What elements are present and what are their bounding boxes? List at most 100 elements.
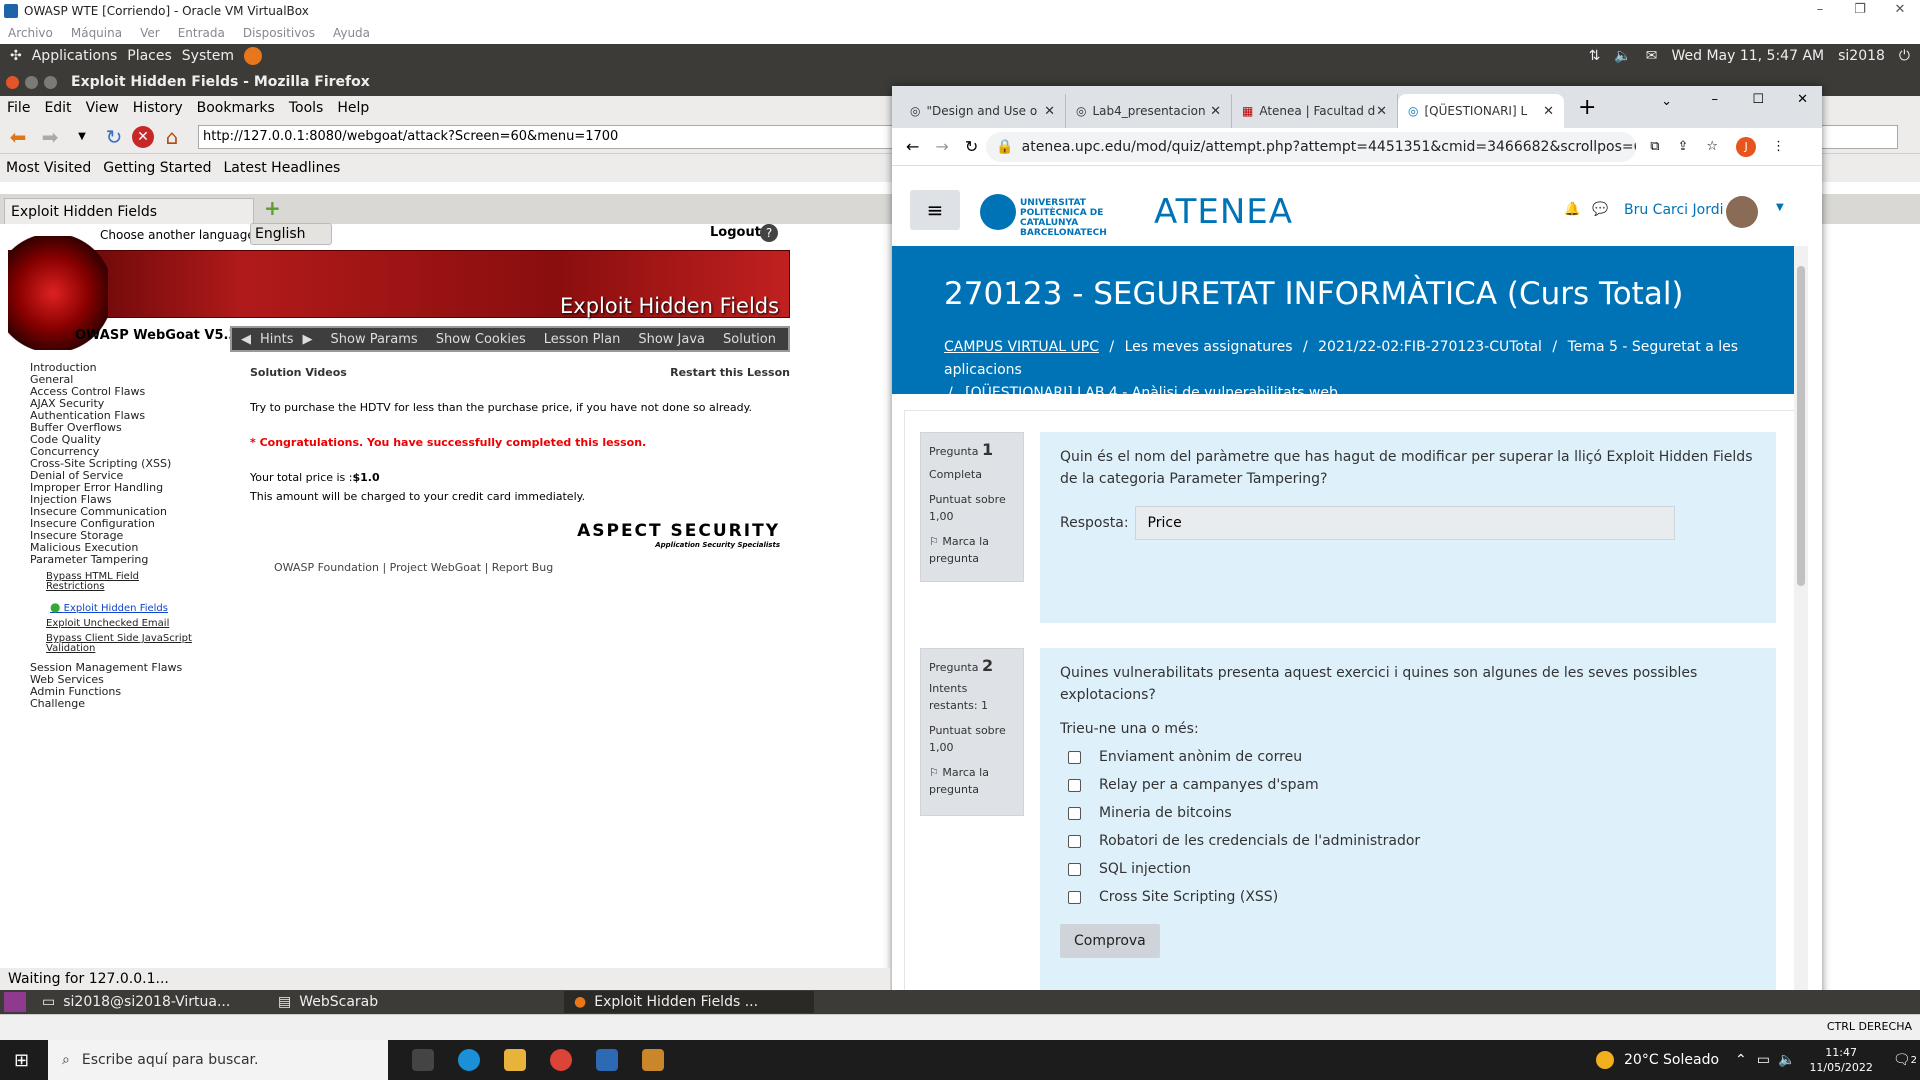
weather-sun-icon[interactable] (1596, 1051, 1614, 1069)
home-icon[interactable]: ⌂ (158, 124, 186, 150)
option-1[interactable]: Enviament anònim de correu (1068, 746, 1756, 768)
checkbox[interactable] (1068, 806, 1081, 820)
ff-menu-bookmarks[interactable]: Bookmarks (197, 100, 275, 116)
vbox-menu-maquina[interactable]: Máquina (71, 26, 122, 40)
ff-tab-exploit-hidden-fields[interactable]: Exploit Hidden Fields (4, 198, 254, 224)
firefox-launcher-icon[interactable] (244, 47, 262, 65)
nav-show-params[interactable]: Show Params (331, 332, 418, 347)
help-icon[interactable]: ? (760, 224, 778, 242)
file-explorer-icon[interactable] (504, 1049, 526, 1071)
history-dropdown-icon[interactable]: ▼ (68, 124, 96, 150)
bookmark-star-icon[interactable]: ☆ (1706, 139, 1718, 154)
power-icon[interactable]: ⏻ (1899, 48, 1910, 64)
check-button[interactable]: Comprova (1060, 924, 1160, 958)
bookmark-most-visited[interactable]: Most Visited (6, 160, 91, 176)
crumb-campus[interactable]: CAMPUS VIRTUAL UPC (944, 339, 1099, 355)
maximize-window-icon[interactable] (44, 75, 57, 89)
atenea-logo[interactable]: ATENEA (1154, 192, 1293, 232)
sidebar-item-parameter-tampering[interactable]: Parameter Tampering (30, 554, 196, 566)
scrollbar-thumb[interactable] (1797, 266, 1805, 586)
windows-start-icon[interactable]: ⊞ (14, 1050, 29, 1071)
tab-close-icon[interactable]: ✕ (1376, 104, 1387, 119)
checkbox[interactable] (1068, 862, 1081, 876)
notifications-bell-icon[interactable]: 🔔 (1564, 202, 1580, 217)
minimize-window-icon[interactable] (25, 75, 38, 89)
answer-input[interactable] (1134, 506, 1675, 540)
tray-chevron-icon[interactable]: ⌃ (1735, 1052, 1747, 1068)
chrome-icon[interactable] (550, 1049, 572, 1071)
crumb-course[interactable]: 2021/22-02:FIB-270123-CUTotal (1318, 339, 1542, 355)
vbox-menu-ayuda[interactable]: Ayuda (333, 26, 370, 40)
mail-icon[interactable]: ✉ (1646, 48, 1658, 64)
volume-icon[interactable]: 🔈 (1614, 48, 1631, 64)
reload-icon[interactable]: ↻ (100, 124, 128, 150)
back-icon[interactable]: ← (906, 137, 919, 156)
app-icon[interactable] (642, 1049, 664, 1071)
question-2-flag[interactable]: ⚐ Marca la pregunta (929, 764, 1015, 798)
maximize-icon[interactable]: ☐ (1752, 92, 1764, 107)
chrome-tab-questionari[interactable]: ◎ [QÜESTIONARI] L ✕ (1398, 94, 1564, 128)
edge-icon[interactable] (458, 1049, 480, 1071)
task-firefox[interactable]: ● Exploit Hidden Fields ... (564, 991, 814, 1013)
omnibox[interactable]: 🔒 atenea.upc.edu/mod/quiz/attempt.php?att… (986, 131, 1637, 162)
chrome-tab-atenea[interactable]: ▦ Atenea | Facultad d ✕ (1232, 94, 1398, 128)
tab-close-icon[interactable]: ✕ (1543, 104, 1554, 119)
user-name[interactable]: Bru Carci Jordi (1624, 202, 1724, 218)
notification-icon[interactable]: 🗨 (1893, 1052, 1911, 1068)
hamburger-icon[interactable]: ≡ (910, 190, 960, 230)
messages-icon[interactable]: 💬 (1592, 202, 1608, 217)
crumb-assignatures[interactable]: Les meves assignatures (1125, 339, 1293, 355)
nav-show-java[interactable]: Show Java (638, 332, 705, 347)
minimize-icon[interactable]: – (1712, 92, 1719, 107)
menu-applications[interactable]: Applications (32, 48, 118, 64)
network-icon[interactable]: ▭ (1757, 1052, 1770, 1068)
forward-icon[interactable]: → (935, 137, 948, 156)
hints-next-icon[interactable]: ▶ (303, 332, 313, 347)
bookmark-latest-headlines[interactable]: Latest Headlines (223, 160, 340, 176)
clock[interactable]: Wed May 11, 5:47 AM (1671, 48, 1824, 64)
share-icon[interactable]: ⇪ (1678, 139, 1689, 154)
translate-icon[interactable]: ⧉ (1650, 139, 1659, 154)
restore-icon[interactable]: ❐ (1840, 0, 1880, 22)
tab-search-icon[interactable]: ⌄ (1661, 94, 1672, 109)
vbox-menu-ver[interactable]: Ver (140, 26, 160, 40)
chrome-tab-design[interactable]: ◎ "Design and Use o ✕ (900, 94, 1066, 128)
gnome-user[interactable]: si2018 (1838, 48, 1885, 64)
checkbox[interactable] (1068, 778, 1081, 792)
hints-prev-icon[interactable]: ◀ (241, 332, 251, 347)
sidebar-item[interactable]: Challenge (30, 698, 196, 710)
sub-bypass-client-js[interactable]: Bypass Client Side JavaScript Validation (46, 634, 196, 654)
menu-places[interactable]: Places (127, 48, 172, 64)
nav-hints[interactable]: Hints (260, 332, 294, 347)
bookmark-getting-started[interactable]: Getting Started (103, 160, 211, 176)
question-1-flag[interactable]: ⚐ Marca la pregunta (929, 533, 1015, 567)
upc-logo-icon[interactable] (980, 194, 1016, 230)
minimize-icon[interactable]: – (1800, 0, 1840, 22)
option-2[interactable]: Relay per a campanyes d'spam (1068, 774, 1756, 796)
option-6[interactable]: Cross Site Scripting (XSS) (1068, 886, 1756, 908)
stop-icon[interactable]: ✕ (132, 125, 154, 148)
back-icon[interactable]: ⬅ (4, 124, 32, 150)
option-4[interactable]: Robatori de les credencials de l'adminis… (1068, 830, 1756, 852)
weather-text[interactable]: 20°C Soleado (1624, 1052, 1719, 1068)
tab-close-icon[interactable]: ✕ (1210, 104, 1221, 119)
crumb-quiz[interactable]: [QÜESTIONARI] LAB 4 - Anàlisi de vulnera… (965, 385, 1338, 401)
volume-icon[interactable]: 🔈 (1778, 1052, 1795, 1068)
clock[interactable]: 11:47 11/05/2022 (1809, 1045, 1872, 1075)
gnome-logo-icon[interactable]: ✣ (10, 48, 22, 64)
close-window-icon[interactable] (6, 75, 19, 89)
option-5[interactable]: SQL injection (1068, 858, 1756, 880)
user-menu-caret-icon[interactable]: ▼ (1776, 202, 1784, 213)
nav-show-cookies[interactable]: Show Cookies (436, 332, 526, 347)
ff-menu-edit[interactable]: Edit (44, 100, 71, 116)
ff-menu-tools[interactable]: Tools (289, 100, 324, 116)
language-select[interactable]: English (250, 223, 332, 245)
vbox-menu-archivo[interactable]: Archivo (8, 26, 53, 40)
checkbox[interactable] (1068, 834, 1081, 848)
forward-icon[interactable]: ➡ (36, 124, 64, 150)
ff-menu-file[interactable]: File (7, 100, 30, 116)
solution-videos-link[interactable]: Solution Videos (250, 366, 347, 379)
nav-lesson-plan[interactable]: Lesson Plan (544, 332, 621, 347)
sub-exploit-hidden-fields[interactable]: ● Exploit Hidden Fields (46, 601, 196, 614)
profile-avatar[interactable]: J (1736, 136, 1757, 157)
